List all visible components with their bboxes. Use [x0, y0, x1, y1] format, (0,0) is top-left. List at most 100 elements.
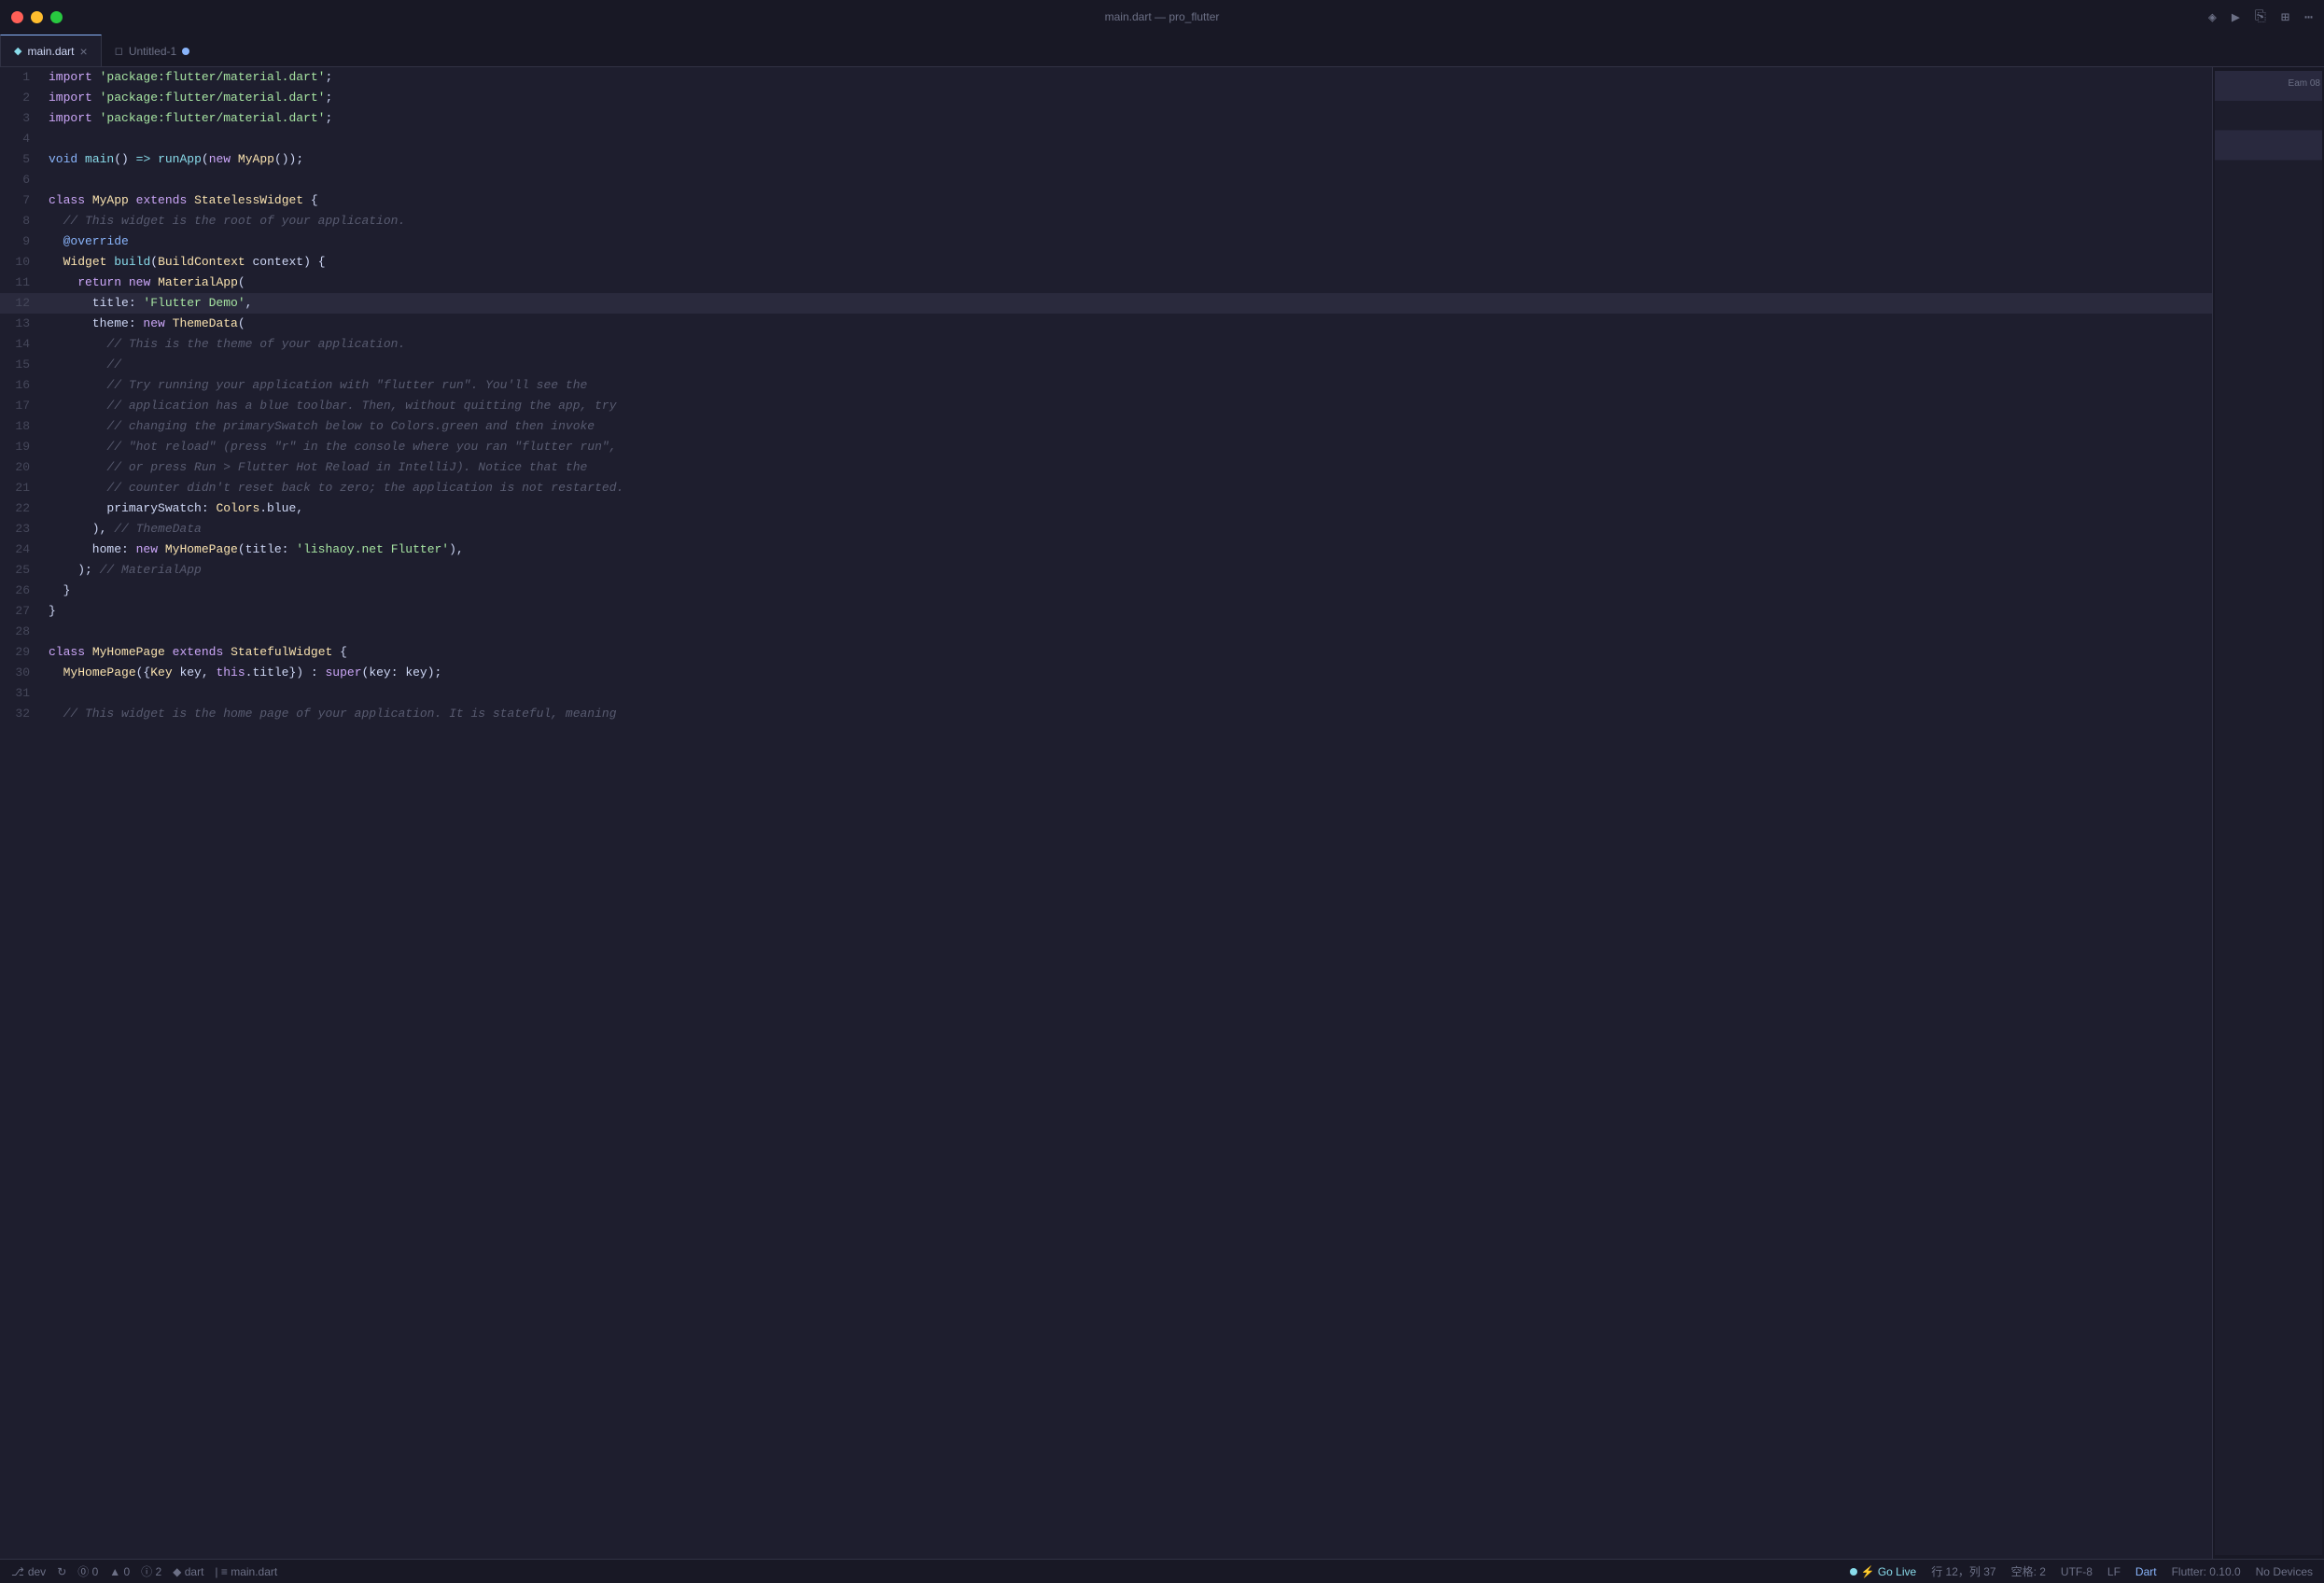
- tab-label: main.dart: [27, 45, 74, 58]
- minimap: Eam 08: [2212, 67, 2324, 1559]
- tab-close-button[interactable]: ×: [80, 45, 88, 58]
- table-row: 27}: [0, 601, 2212, 622]
- minimize-button[interactable]: [31, 11, 43, 23]
- text-file-icon: ◻: [115, 45, 123, 57]
- sync-button[interactable]: ↻: [57, 1565, 66, 1578]
- line-number: 19: [0, 437, 45, 457]
- line-content: class MyApp extends StatelessWidget {: [45, 190, 2212, 211]
- table-row: 32 // This widget is the home page of yo…: [0, 704, 2212, 724]
- dart-info[interactable]: ◆ dart: [173, 1565, 203, 1578]
- line-number: 9: [0, 231, 45, 252]
- line-number: 17: [0, 396, 45, 416]
- line-number: 10: [0, 252, 45, 273]
- language-mode[interactable]: Dart: [2135, 1565, 2157, 1578]
- line-content: import 'package:flutter/material.dart';: [45, 67, 2212, 88]
- table-row: 25 ); // MaterialApp: [0, 560, 2212, 581]
- minimap-label: Eam 08: [2289, 78, 2320, 89]
- line-content: title: 'Flutter Demo',: [45, 293, 2212, 314]
- table-row: 4: [0, 129, 2212, 149]
- cursor-position[interactable]: 行 12，列 37: [1931, 1563, 1995, 1579]
- line-number: 6: [0, 170, 45, 190]
- line-number: 16: [0, 375, 45, 396]
- line-content: // This widget is the home page of your …: [45, 704, 2212, 724]
- warnings-count[interactable]: ▲ 0: [109, 1565, 130, 1578]
- devices-selector[interactable]: No Devices: [2256, 1565, 2313, 1578]
- split-editor-icon[interactable]: ⎘: [2255, 8, 2266, 25]
- line-number: 12: [0, 293, 45, 314]
- line-number: 1: [0, 67, 45, 88]
- line-content: @override: [45, 231, 2212, 252]
- branch-icon: ⎇: [11, 1565, 24, 1578]
- tabs-bar: ◆ main.dart × ◻ Untitled-1: [0, 34, 2324, 67]
- window-title: main.dart — pro_flutter: [1105, 10, 1220, 23]
- line-content: // Try running your application with "fl…: [45, 375, 2212, 396]
- line-content: // "hot reload" (press "r" in the consol…: [45, 437, 2212, 457]
- line-number: 23: [0, 519, 45, 539]
- table-row: 15 //: [0, 355, 2212, 375]
- table-row: 6: [0, 170, 2212, 190]
- dart-file-icon: ◆: [14, 45, 21, 57]
- tab-main-dart[interactable]: ◆ main.dart ×: [0, 35, 102, 66]
- table-row: 2import 'package:flutter/material.dart';: [0, 88, 2212, 108]
- layout-icon[interactable]: ⊞: [2281, 8, 2289, 26]
- line-content: ); // MaterialApp: [45, 560, 2212, 581]
- line-content: import 'package:flutter/material.dart';: [45, 88, 2212, 108]
- encoding-info[interactable]: UTF-8: [2061, 1565, 2093, 1578]
- table-row: 28: [0, 622, 2212, 642]
- line-number: 7: [0, 190, 45, 211]
- line-content: class MyHomePage extends StatefulWidget …: [45, 642, 2212, 663]
- line-content: [45, 683, 2212, 704]
- flutter-sdk-info[interactable]: Flutter: 0.10.0: [2172, 1565, 2241, 1578]
- line-content: [45, 170, 2212, 190]
- table-row: 9 @override: [0, 231, 2212, 252]
- table-row: 30 MyHomePage({Key key, this.title}) : s…: [0, 663, 2212, 683]
- line-content: }: [45, 601, 2212, 622]
- go-live-indicator: [1850, 1568, 1857, 1576]
- table-row: 10 Widget build(BuildContext context) {: [0, 252, 2212, 273]
- info-count[interactable]: ⓘ 2: [141, 1563, 161, 1579]
- git-branch[interactable]: ⎇ dev: [11, 1565, 46, 1578]
- title-bar: main.dart — pro_flutter ◈ ▶ ⎘ ⊞ ⋯: [0, 0, 2324, 34]
- errors-count[interactable]: ⓪ 0: [77, 1563, 98, 1579]
- line-number: 14: [0, 334, 45, 355]
- line-content: ), // ThemeData: [45, 519, 2212, 539]
- line-content: primarySwatch: Colors.blue,: [45, 498, 2212, 519]
- more-icon[interactable]: ⋯: [2304, 8, 2313, 26]
- line-number: 28: [0, 622, 45, 642]
- line-ending-info[interactable]: LF: [2107, 1565, 2121, 1578]
- line-content: // application has a blue toolbar. Then,…: [45, 396, 2212, 416]
- traffic-lights: [11, 11, 63, 23]
- line-number: 15: [0, 355, 45, 375]
- table-row: 13 theme: new ThemeData(: [0, 314, 2212, 334]
- line-number: 4: [0, 129, 45, 149]
- table-row: 26 }: [0, 581, 2212, 601]
- table-row: 1import 'package:flutter/material.dart';: [0, 67, 2212, 88]
- tab-untitled-1[interactable]: ◻ Untitled-1: [102, 35, 203, 66]
- file-info[interactable]: | ≡ main.dart: [215, 1565, 277, 1578]
- line-number: 29: [0, 642, 45, 663]
- table-row: 8 // This widget is the root of your app…: [0, 211, 2212, 231]
- code-editor[interactable]: 1import 'package:flutter/material.dart';…: [0, 67, 2212, 1559]
- line-number: 13: [0, 314, 45, 334]
- table-row: 19 // "hot reload" (press "r" in the con…: [0, 437, 2212, 457]
- status-left: ⎇ dev ↻ ⓪ 0 ▲ 0 ⓘ 2 ◆ dart | ≡ main.dart: [11, 1563, 277, 1579]
- table-row: 16 // Try running your application with …: [0, 375, 2212, 396]
- line-number: 31: [0, 683, 45, 704]
- line-content: //: [45, 355, 2212, 375]
- table-row: 20 // or press Run > Flutter Hot Reload …: [0, 457, 2212, 478]
- run-icon[interactable]: ▶: [2232, 8, 2240, 26]
- table-row: 5void main() => runApp(new MyApp());: [0, 149, 2212, 170]
- table-row: 18 // changing the primarySwatch below t…: [0, 416, 2212, 437]
- close-button[interactable]: [11, 11, 23, 23]
- table-row: 22 primarySwatch: Colors.blue,: [0, 498, 2212, 519]
- line-number: 24: [0, 539, 45, 560]
- go-live-button[interactable]: ⚡ Go Live: [1850, 1565, 1917, 1578]
- maximize-button[interactable]: [50, 11, 63, 23]
- indent-info[interactable]: 空格: 2: [2011, 1563, 2046, 1579]
- line-content: home: new MyHomePage(title: 'lishaoy.net…: [45, 539, 2212, 560]
- table-row: 29class MyHomePage extends StatefulWidge…: [0, 642, 2212, 663]
- line-content: [45, 622, 2212, 642]
- table-row: 11 return new MaterialApp(: [0, 273, 2212, 293]
- bookmark-icon[interactable]: ◈: [2208, 8, 2217, 26]
- table-row: 24 home: new MyHomePage(title: 'lishaoy.…: [0, 539, 2212, 560]
